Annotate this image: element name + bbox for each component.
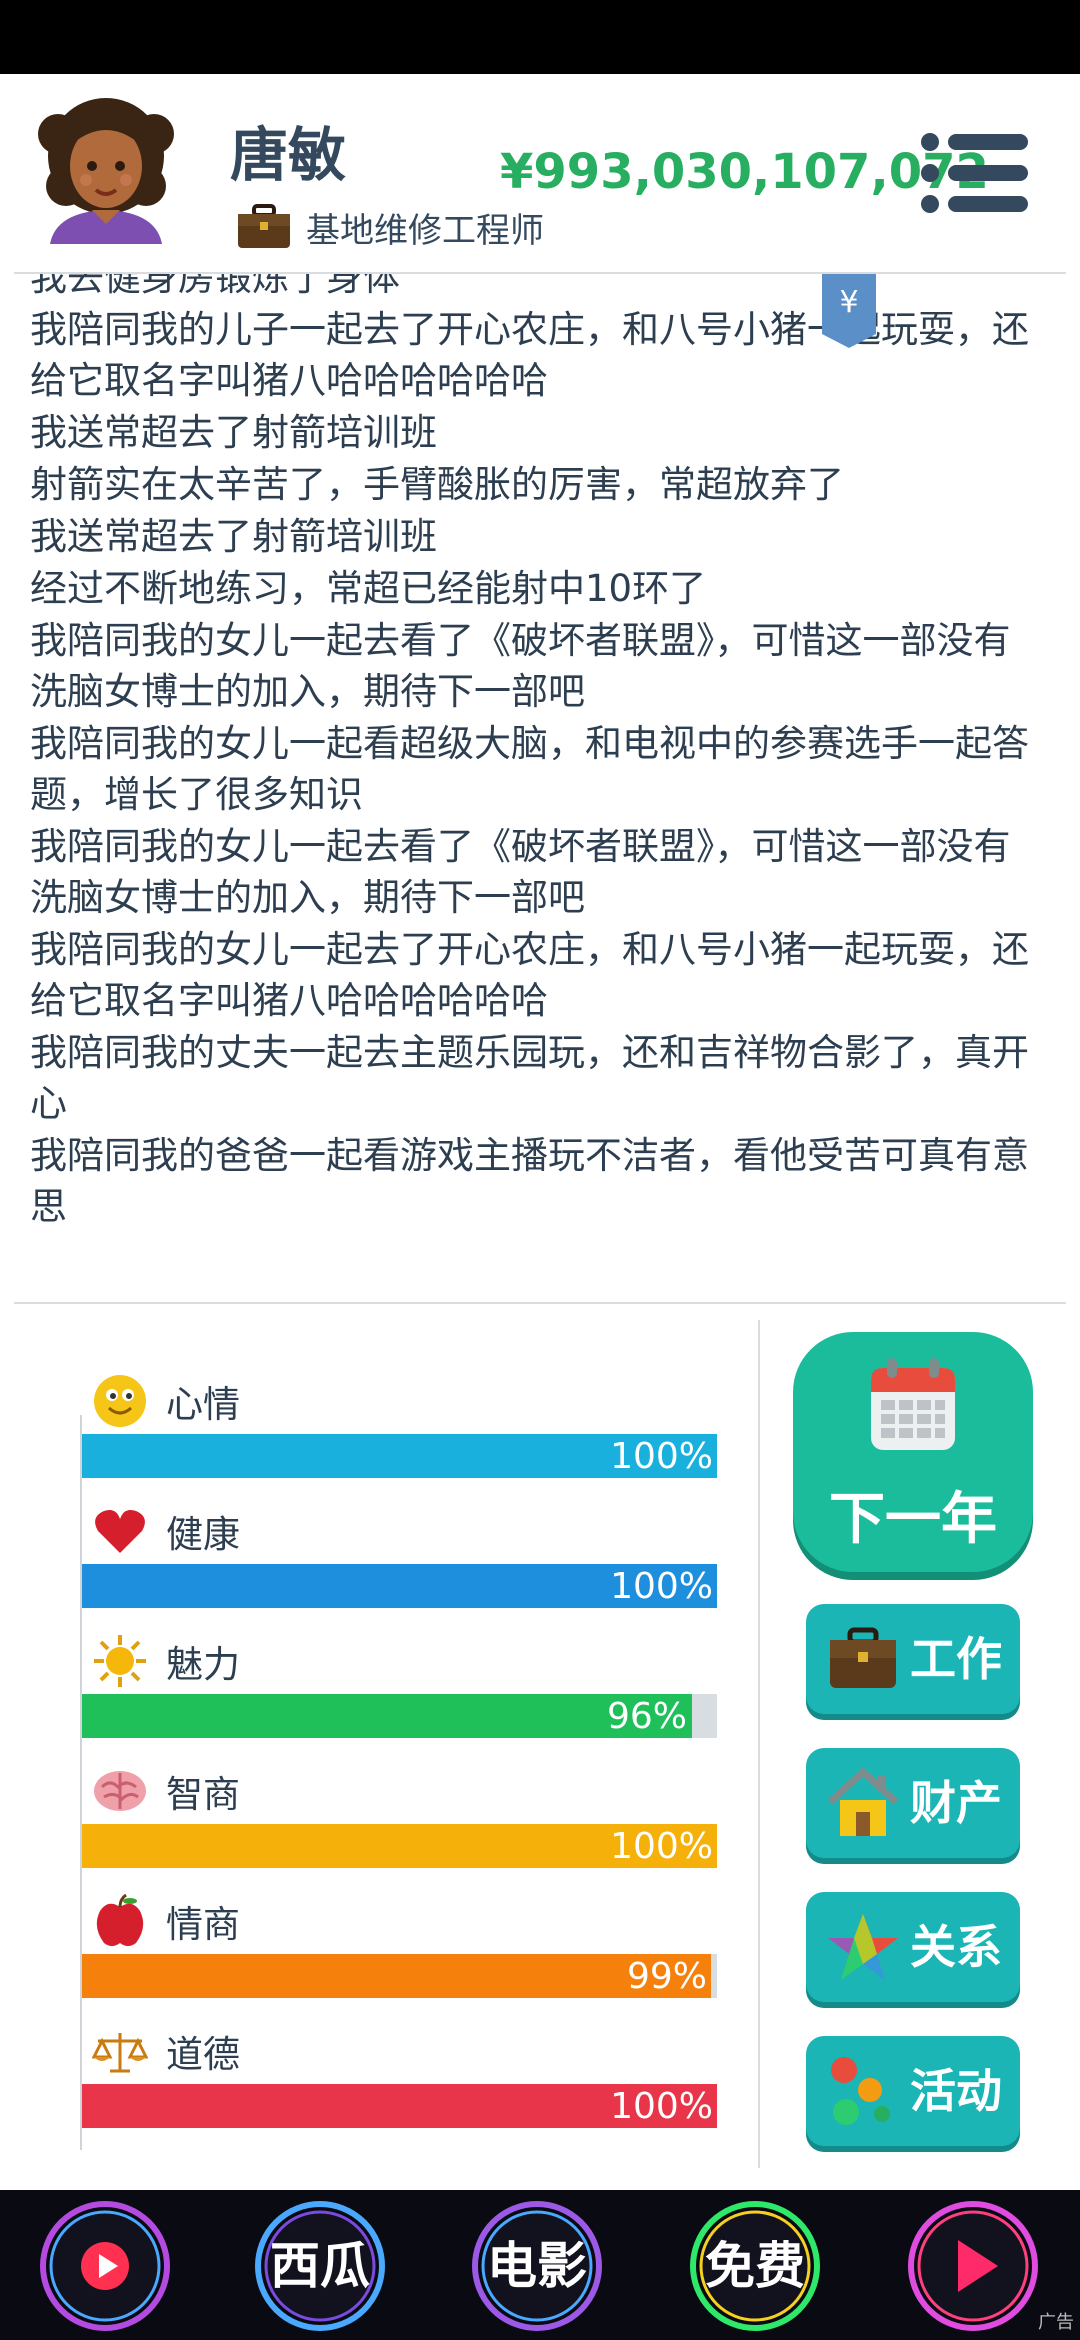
- stat-health: 健康 100%: [82, 1498, 717, 1618]
- job-info: 基地维修工程师: [236, 202, 544, 252]
- stat-percent: 100%: [610, 1826, 713, 1867]
- scales-icon: [92, 2033, 148, 2073]
- ad-xigua-button[interactable]: 西瓜: [245, 2196, 395, 2336]
- yuan-tag-text: ¥: [839, 285, 858, 320]
- stat-bar: 96%: [82, 1694, 717, 1738]
- event-item: 我陪同我的女儿一起看超级大脑，和电视中的参赛选手一起答题，增长了很多知识: [30, 722, 1029, 816]
- money-display: ¥993,030,107,072: [500, 144, 989, 200]
- ad-free-button[interactable]: 免费: [680, 2196, 830, 2336]
- log-divider: [14, 1302, 1066, 1304]
- relations-label: 关系: [910, 1920, 1002, 1974]
- event-log[interactable]: 我去健身房锻炼了身体 我陪同我的儿子一起去了开心农庄，和八号小猪一起玩耍，还给它…: [30, 274, 1050, 1254]
- stat-mood: 心情 100%: [82, 1368, 717, 1488]
- event-item: 我陪同我的女儿一起去看了《破坏者联盟》，可惜这一部没有洗脑女博士的加入，期待下一…: [30, 619, 1011, 713]
- briefcase-icon: [830, 1627, 896, 1688]
- star-icon: [828, 1914, 898, 1980]
- ad-bar: 西瓜 电影 免费 广告: [0, 2190, 1080, 2340]
- activity-button[interactable]: 活动: [806, 2036, 1020, 2146]
- stat-bar: 100%: [82, 1434, 717, 1478]
- smiley-icon: [94, 1375, 146, 1427]
- stat-percent: 100%: [610, 2086, 713, 2127]
- player-header: 唐敏 基地维修工程师 ¥993,030,107,072: [0, 74, 1080, 272]
- panel-divider: [758, 1320, 760, 2168]
- menu-icon[interactable]: [920, 130, 1028, 216]
- work-button[interactable]: 工作: [806, 1604, 1020, 1714]
- work-label: 工作: [910, 1632, 1002, 1686]
- brain-icon: [94, 1771, 146, 1811]
- apple-icon: [96, 1893, 144, 1946]
- stat-fill: [82, 1694, 692, 1738]
- molecule-icon: [831, 2057, 890, 2125]
- ad-text: 免费: [705, 2237, 805, 2295]
- ad-text: 西瓜: [270, 2237, 370, 2295]
- job-title: 基地维修工程师: [306, 210, 544, 251]
- stats-panel: 心情 100% 健康 100% 魅力 96% 智商 100% 情商 99% 道德…: [0, 1320, 740, 2150]
- stat-charm: 魅力 96%: [82, 1628, 717, 1748]
- stat-label: 道德: [166, 2033, 240, 2076]
- stat-bar: 100%: [82, 1564, 717, 1608]
- stat-percent: 99%: [626, 1956, 707, 1997]
- next-year-button[interactable]: 下一年: [793, 1332, 1033, 1572]
- relations-button[interactable]: 关系: [806, 1892, 1020, 2002]
- ad-movie-button[interactable]: 电影: [462, 2196, 612, 2336]
- stat-label: 智商: [166, 1773, 240, 1816]
- event-item: 我陪同我的爸爸一起看游戏主播玩不洁者，看他受苦可真有意思: [30, 1134, 1029, 1228]
- ad-label: 广告: [1038, 2312, 1074, 2333]
- event-item: 经过不断地练习，常超已经能射中10环了: [30, 567, 707, 610]
- house-icon: [827, 1767, 899, 1836]
- player-name: 唐敏: [230, 121, 347, 189]
- stat-percent: 100%: [610, 1566, 713, 1607]
- event-item: 射箭实在太辛苦了，手臂酸胀的厉害，常超放弃了: [30, 463, 844, 506]
- next-year-label: 下一年: [829, 1487, 997, 1552]
- stat-label: 心情: [166, 1383, 240, 1426]
- ad-play-button[interactable]: [898, 2196, 1048, 2336]
- briefcase-icon: [238, 204, 290, 248]
- event-list: 我去健身房锻炼了身体 我陪同我的儿子一起去了开心农庄，和八号小猪一起玩耍，还给它…: [30, 274, 1040, 1233]
- stat-fill: [82, 1954, 711, 1998]
- ad-video-button[interactable]: [30, 2196, 180, 2336]
- event-item: 我陪同我的女儿一起去了开心农庄，和八号小猪一起玩耍，还给它取名字叫猪八哈哈哈哈哈…: [30, 928, 1029, 1022]
- heart-icon: [95, 1510, 145, 1553]
- stat-label: 健康: [166, 1513, 240, 1556]
- stat-bar: 100%: [82, 1824, 717, 1868]
- avatar[interactable]: [36, 94, 176, 244]
- stat-percent: 96%: [606, 1696, 687, 1737]
- sun-icon: [94, 1635, 146, 1687]
- stat-morality: 道德 100%: [82, 2018, 717, 2138]
- stat-eq: 情商 99%: [82, 1888, 717, 2008]
- stat-iq: 智商 100%: [82, 1758, 717, 1878]
- event-item: 我送常超去了射箭培训班: [30, 411, 437, 454]
- stat-percent: 100%: [610, 1436, 713, 1477]
- stat-bar: 100%: [82, 2084, 717, 2128]
- ad-text: [30, 2196, 180, 2336]
- status-bar: [0, 0, 1080, 74]
- yuan-bookmark-icon[interactable]: ¥: [822, 274, 876, 348]
- stat-bar: 99%: [82, 1954, 717, 1998]
- ad-text: [898, 2196, 1048, 2336]
- calendar-icon: [871, 1358, 955, 1450]
- event-item: 我送常超去了射箭培训班: [30, 515, 437, 558]
- event-item: 我陪同我的丈夫一起去主题乐园玩，还和吉祥物合影了，真开心: [30, 1031, 1029, 1125]
- event-item: 我陪同我的女儿一起去看了《破坏者联盟》，可惜这一部没有洗脑女博士的加入，期待下一…: [30, 825, 1011, 919]
- stat-label: 情商: [166, 1903, 240, 1946]
- stat-label: 魅力: [166, 1643, 240, 1686]
- ad-text: 电影: [487, 2237, 587, 2295]
- event-item: 我去健身房锻炼了身体: [30, 274, 400, 299]
- property-label: 财产: [910, 1776, 1002, 1830]
- event-item: 我陪同我的儿子一起去了开心农庄，和八号小猪一起玩耍，还给它取名字叫猪八哈哈哈哈哈…: [30, 308, 1029, 402]
- property-button[interactable]: 财产: [806, 1748, 1020, 1858]
- activity-label: 活动: [910, 2064, 1002, 2118]
